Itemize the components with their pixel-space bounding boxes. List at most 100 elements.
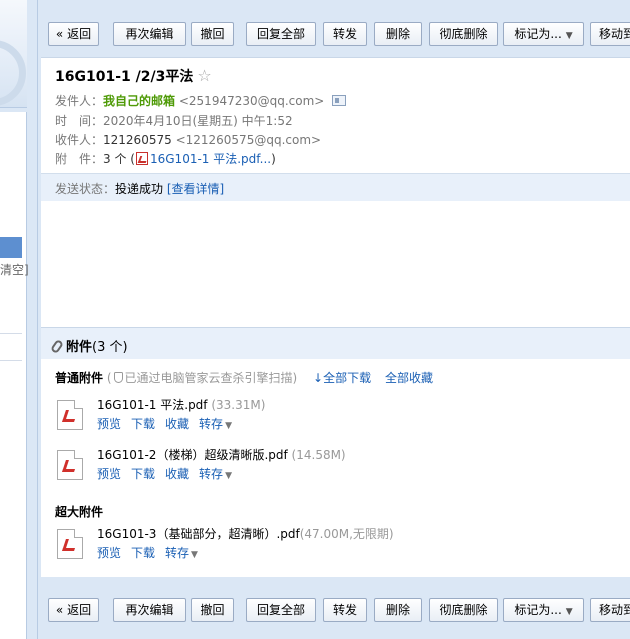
attachment-panel-count: (3 个): [92, 340, 128, 355]
back-button[interactable]: « 返回: [48, 598, 99, 622]
file-name: 16G101-2（楼梯）超级清晰版.pdf: [97, 448, 288, 462]
attachment-paren-close: ): [271, 152, 276, 166]
mark-as-label: 标记为...: [514, 603, 562, 617]
status-label: 发送状态：: [55, 182, 116, 196]
recall-button[interactable]: 撤回: [191, 22, 234, 46]
sender-row: 发件人：我自己的邮箱 <251947230@qq.com>: [55, 92, 347, 109]
save-all-link[interactable]: 全部收藏: [385, 371, 433, 385]
recipient-email: <121260575@qq.com>: [175, 133, 322, 147]
clear-folder-link[interactable]: 清空]: [0, 261, 29, 278]
reply-all-button[interactable]: 回复全部: [246, 22, 316, 46]
time-label: 时 间：: [55, 114, 104, 128]
move-to-dropdown[interactable]: 移动到: [590, 22, 630, 46]
pdf-icon: [135, 152, 148, 165]
pdf-icon: [57, 400, 83, 430]
normal-attachments-title: 普通附件: [55, 371, 104, 385]
normal-attachments-section: 普通附件 ( 已通过电脑管家云查杀引擎扫描) ↓全部下载 全部收藏: [55, 369, 433, 386]
back-button[interactable]: « 返回: [48, 22, 99, 46]
move-to-dropdown[interactable]: 移动到: [590, 598, 630, 622]
forward-button[interactable]: 转发: [323, 598, 367, 622]
forward-button[interactable]: 转发: [323, 22, 367, 46]
shield-icon: [113, 372, 123, 383]
star-icon[interactable]: ☆: [197, 66, 211, 85]
file-size: (47.00M,无限期): [299, 527, 394, 541]
scan-paren-open: (: [106, 371, 112, 385]
chevron-down-icon: ▼: [225, 421, 232, 431]
download-all-link[interactable]: 全部下载: [323, 371, 371, 385]
file-size: (14.58M): [291, 448, 346, 462]
sender-label: 发件人：: [55, 94, 104, 108]
large-attachments-title: 超大附件: [55, 505, 104, 519]
attachment-label: 附 件：: [55, 152, 104, 166]
mail-read-pane: « 返回 再次编辑 撤回 回复全部 转发 删除 彻底删除 标记为... ▼ 移动到…: [37, 0, 630, 639]
delete-button[interactable]: 删除: [374, 22, 422, 46]
mail-body: [41, 202, 630, 327]
edit-again-button[interactable]: 再次编辑: [113, 598, 186, 622]
selected-folder[interactable]: [0, 237, 22, 258]
attachment-item: 16G101-1 平法.pdf (33.31M) 预览 下载 收藏 转存 ▼: [57, 396, 617, 436]
file-name: 16G101-1 平法.pdf: [97, 398, 208, 412]
file-name: 16G101-3（基础部分，超清晰）.pdf: [97, 527, 300, 541]
attachment-name[interactable]: 16G101-3（基础部分，超清晰）.pdf(47.00M,无限期): [97, 525, 394, 542]
time-value: 2020年4月10日(星期五) 中午1:52: [103, 114, 293, 128]
delete-permanent-button[interactable]: 彻底删除: [429, 598, 498, 622]
favorite-link[interactable]: 收藏: [165, 467, 189, 481]
paperclip-icon: [49, 338, 65, 355]
bottom-toolbar: « 返回 再次编辑 撤回 回复全部 转发 删除 彻底删除 标记为... ▼ 移动到: [41, 590, 630, 630]
save-to-dropdown[interactable]: 转存 ▼: [165, 546, 198, 560]
save-to-dropdown[interactable]: 转存 ▼: [199, 417, 232, 431]
send-status-bar: 发送状态：投递成功 [查看详情]: [41, 173, 630, 201]
mark-as-dropdown[interactable]: 标记为... ▼: [503, 22, 584, 46]
preview-link[interactable]: 预览: [97, 417, 121, 431]
attachment-actions: 预览 下载 收藏 转存 ▼: [97, 465, 242, 482]
attachment-actions: 预览 下载 收藏 转存 ▼: [97, 415, 242, 432]
save-to-dropdown[interactable]: 转存 ▼: [199, 467, 232, 481]
attachment-paren-open: (: [130, 152, 135, 166]
attachment-item: 16G101-2（楼梯）超级清晰版.pdf (14.58M) 预览 下载 收藏 转存 ▼: [57, 446, 617, 486]
attachment-panel: 附件(3 个) 普通附件 (已通过电脑管家云查杀引擎扫描) ↓全部下载 全部收藏…: [41, 327, 630, 577]
contact-card-icon[interactable]: [332, 95, 347, 106]
recall-button[interactable]: 撤回: [191, 598, 234, 622]
pdf-icon: [57, 529, 83, 559]
edit-again-button[interactable]: 再次编辑: [113, 22, 186, 46]
save-to-label: 转存: [199, 417, 224, 431]
download-link[interactable]: 下载: [131, 467, 155, 481]
mark-as-label: 标记为...: [514, 27, 562, 41]
sender-email: <251947230@qq.com>: [178, 94, 325, 108]
folder-list: [0, 112, 27, 639]
mail-subject: 16G101-1 /2/3平法 ☆: [55, 66, 212, 86]
reply-all-button[interactable]: 回复全部: [246, 598, 316, 622]
delete-button[interactable]: 删除: [374, 598, 422, 622]
folder-divider: [0, 333, 22, 334]
scan-status-text: 已通过电脑管家云查杀引擎扫描): [124, 371, 298, 385]
sidebar-header: [0, 0, 27, 108]
folder-divider: [0, 360, 22, 361]
large-attachment-item: 16G101-3（基础部分，超清晰）.pdf(47.00M,无限期) 预览 下载转…: [57, 525, 617, 565]
top-toolbar: « 返回 再次编辑 撤回 回复全部 转发 删除 彻底删除 标记为... ▼ 移动到: [41, 14, 630, 54]
logo-swoosh: [0, 40, 26, 106]
chevron-down-icon: ▼: [565, 31, 573, 41]
download-arrow-icon: ↓: [313, 371, 324, 385]
favorite-link[interactable]: 收藏: [165, 417, 189, 431]
delete-permanent-button[interactable]: 彻底删除: [429, 22, 498, 46]
pdf-icon: [57, 450, 83, 480]
preview-link[interactable]: 预览: [97, 546, 121, 560]
download-link[interactable]: 下载: [131, 546, 155, 560]
attachment-name[interactable]: 16G101-2（楼梯）超级清晰版.pdf (14.58M): [97, 446, 346, 463]
preview-link[interactable]: 预览: [97, 467, 121, 481]
attachment-link[interactable]: 16G101-1 平法.pdf...: [150, 152, 271, 166]
sender-name[interactable]: 我自己的邮箱: [103, 94, 175, 108]
mark-as-dropdown[interactable]: 标记为... ▼: [503, 598, 584, 622]
attachment-row: 附 件：3 个 (16G101-1 平法.pdf...): [55, 150, 276, 167]
recipient-name[interactable]: 121260575: [103, 133, 172, 147]
save-to-label: 转存: [165, 546, 190, 560]
file-size: (33.31M): [211, 398, 266, 412]
download-link[interactable]: 下载: [131, 417, 155, 431]
status-value: 投递成功: [115, 182, 164, 196]
recipient-label: 收件人：: [55, 133, 104, 147]
status-details-link[interactable]: [查看详情]: [167, 182, 224, 196]
attachment-count: 3 个: [103, 152, 127, 166]
folder-sidebar: 清空]: [0, 0, 29, 639]
attachment-actions: 预览 下载 转存 ▼: [97, 544, 208, 561]
attachment-name[interactable]: 16G101-1 平法.pdf (33.31M): [97, 396, 265, 413]
